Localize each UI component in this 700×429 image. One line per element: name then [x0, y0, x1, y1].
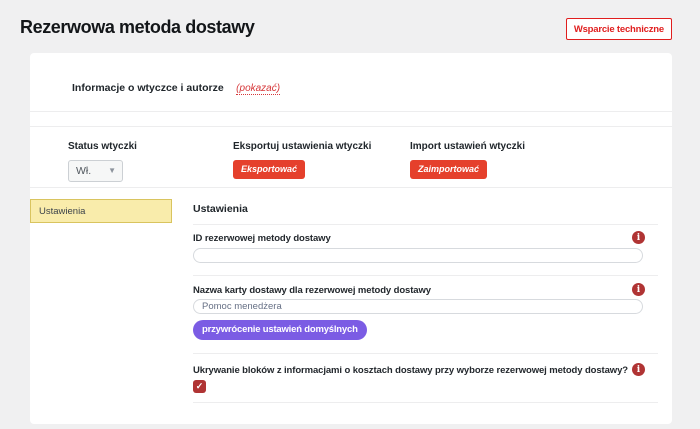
field-label: Ukrywanie bloków z informacjami o koszta… — [193, 365, 628, 376]
show-info-link[interactable]: (pokazać) — [236, 83, 281, 95]
delivery-card-name-input[interactable] — [193, 299, 643, 314]
settings-card: Informacje o wtyczce i autorze (pokazać)… — [30, 53, 672, 424]
field-label-line: Ukrywanie bloków z informacjami o koszta… — [193, 363, 658, 376]
check-icon: ✓ — [195, 381, 204, 391]
import-label: Import ustawień wtyczki — [410, 141, 526, 152]
plugin-info-label: Informacje o wtyczce i autorze — [72, 82, 224, 94]
field-row-delivery-card-name: Nazwa karty dostawy dla rezerwowej metod… — [193, 276, 658, 354]
hide-cost-blocks-checkbox[interactable]: ✓ — [193, 380, 206, 393]
status-select-value: Wł. — [76, 165, 92, 177]
field-label-line: ID rezerwowej metody dostawy i — [193, 231, 658, 244]
export-button[interactable]: Eksportować — [233, 160, 306, 179]
page-title: Rezerwowa metoda dostawy — [20, 17, 255, 37]
status-label: Status wtyczki — [68, 141, 137, 152]
export-label: Eksportuj ustawienia wtyczki — [233, 141, 372, 152]
field-row-hide-cost-blocks: Ukrywanie bloków z informacjami o koszta… — [193, 354, 658, 403]
settings-panel: Ustawienia ID rezerwowej metody dostawy … — [193, 188, 658, 403]
page-header: Rezerwowa metoda dostawy Wsparcie techni… — [0, 0, 700, 53]
field-label: ID rezerwowej metody dostawy — [193, 233, 331, 244]
status-select[interactable]: Wł. ▼ — [68, 160, 123, 182]
info-icon[interactable]: i — [632, 283, 645, 296]
restore-defaults-button[interactable]: przywrócenie ustawień domyślnych — [193, 320, 367, 340]
field-label: Nazwa karty dostawy dla rezerwowej metod… — [193, 285, 431, 296]
backup-method-id-input[interactable] — [193, 248, 643, 263]
import-group: Import ustawień wtyczki Zaimportować — [410, 141, 525, 187]
settings-main-area: Ustawienia Ustawienia ID rezerwowej meto… — [30, 188, 672, 403]
plugin-status-group: Status wtyczki Wł. ▼ — [68, 141, 233, 187]
status-row: Status wtyczki Wł. ▼ Eksportuj ustawieni… — [30, 127, 672, 188]
support-button[interactable]: Wsparcie techniczne — [565, 18, 672, 40]
info-icon[interactable]: i — [632, 363, 645, 376]
plugin-info-row: Informacje o wtyczce i autorze (pokazać) — [30, 53, 672, 112]
chevron-down-icon: ▼ — [108, 166, 116, 175]
info-icon[interactable]: i — [632, 231, 645, 244]
export-group: Eksportuj ustawienia wtyczki Eksportować — [233, 141, 410, 187]
tab-ustawienia[interactable]: Ustawienia — [30, 199, 172, 223]
settings-tabs: Ustawienia — [30, 188, 193, 403]
import-button[interactable]: Zaimportować — [410, 160, 488, 179]
panel-heading: Ustawienia — [193, 188, 658, 225]
field-label-line: Nazwa karty dostawy dla rezerwowej metod… — [193, 283, 658, 296]
plugin-settings-page: Rezerwowa metoda dostawy Wsparcie techni… — [0, 0, 700, 424]
field-row-backup-method-id: ID rezerwowej metody dostawy i — [193, 225, 658, 276]
section-divider — [30, 112, 672, 127]
